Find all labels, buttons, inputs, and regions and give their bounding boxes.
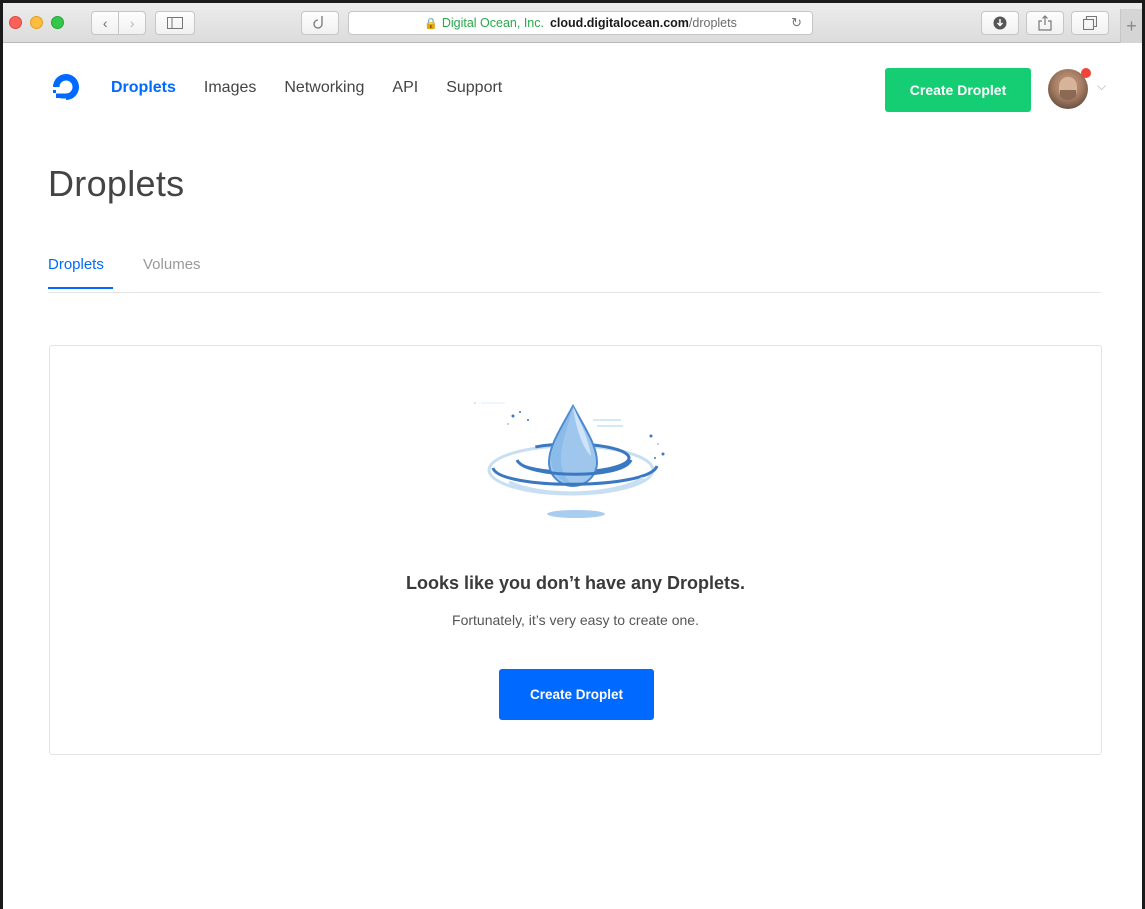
app-header: Droplets Images Networking API Support C… — [3, 44, 1142, 136]
sidebar-icon — [167, 17, 183, 29]
address-org: Digital Ocean, Inc. — [441, 16, 544, 30]
share-icon — [1038, 15, 1052, 31]
lock-icon: 🔒 — [424, 17, 438, 30]
new-tab-button[interactable]: + — [1120, 9, 1142, 43]
tab-volumes[interactable]: Volumes — [143, 256, 201, 287]
tabs-icon — [1083, 16, 1097, 30]
chevron-down-icon[interactable]: ⌵ — [1097, 79, 1106, 94]
zoom-window-button[interactable] — [51, 16, 64, 29]
droplet-illustration-icon — [474, 402, 665, 518]
empty-state-card: Looks like you don’t have any Droplets. … — [49, 345, 1102, 755]
avatar-beard — [1060, 90, 1076, 100]
notification-badge — [1081, 68, 1091, 78]
back-icon: ‹ — [102, 15, 108, 31]
sidebar-button[interactable] — [155, 11, 195, 35]
forward-icon: › — [129, 15, 135, 31]
close-window-button[interactable] — [9, 16, 22, 29]
share-tab-button[interactable] — [301, 11, 339, 35]
main-nav: Droplets Images Networking API Support — [111, 79, 530, 97]
nav-networking[interactable]: Networking — [284, 79, 364, 97]
download-icon — [993, 16, 1007, 30]
minimize-window-button[interactable] — [30, 16, 43, 29]
tabs-button[interactable] — [1071, 11, 1109, 35]
address-path: /droplets — [688, 16, 737, 30]
nav-images[interactable]: Images — [204, 79, 256, 97]
reload-icon[interactable]: ↻ — [791, 15, 802, 31]
address-host: cloud.digitalocean.com — [549, 16, 689, 30]
nav-droplets[interactable]: Droplets — [111, 79, 176, 97]
page-title: Droplets — [48, 163, 185, 204]
create-droplet-button[interactable]: Create Droplet — [499, 669, 654, 720]
share-button[interactable] — [1026, 11, 1064, 35]
share-tab-icon — [313, 16, 323, 29]
history-nav: ‹ › — [91, 11, 146, 35]
empty-state-title: Looks like you don’t have any Droplets. — [405, 573, 746, 593]
download-button[interactable] — [981, 11, 1019, 35]
tab-droplets[interactable]: Droplets — [48, 256, 113, 289]
nav-api[interactable]: API — [392, 79, 418, 97]
plus-icon: + — [1126, 15, 1137, 36]
page-tabs: Droplets Volumes — [48, 256, 1101, 293]
back-button[interactable]: ‹ — [92, 12, 118, 34]
create-droplet-header-button[interactable]: Create Droplet — [885, 68, 1031, 112]
empty-state-subtitle: Fortunately, it’s very easy to create on… — [452, 612, 699, 628]
forward-button[interactable]: › — [118, 12, 145, 34]
browser-toolbar: ‹ › 🔒 Digital Ocean, Inc. cloud.digitalo… — [3, 3, 1142, 43]
address-bar[interactable]: 🔒 Digital Ocean, Inc. cloud.digitalocean… — [348, 11, 813, 35]
digitalocean-logo-icon[interactable] — [48, 69, 84, 105]
nav-support[interactable]: Support — [446, 79, 502, 97]
